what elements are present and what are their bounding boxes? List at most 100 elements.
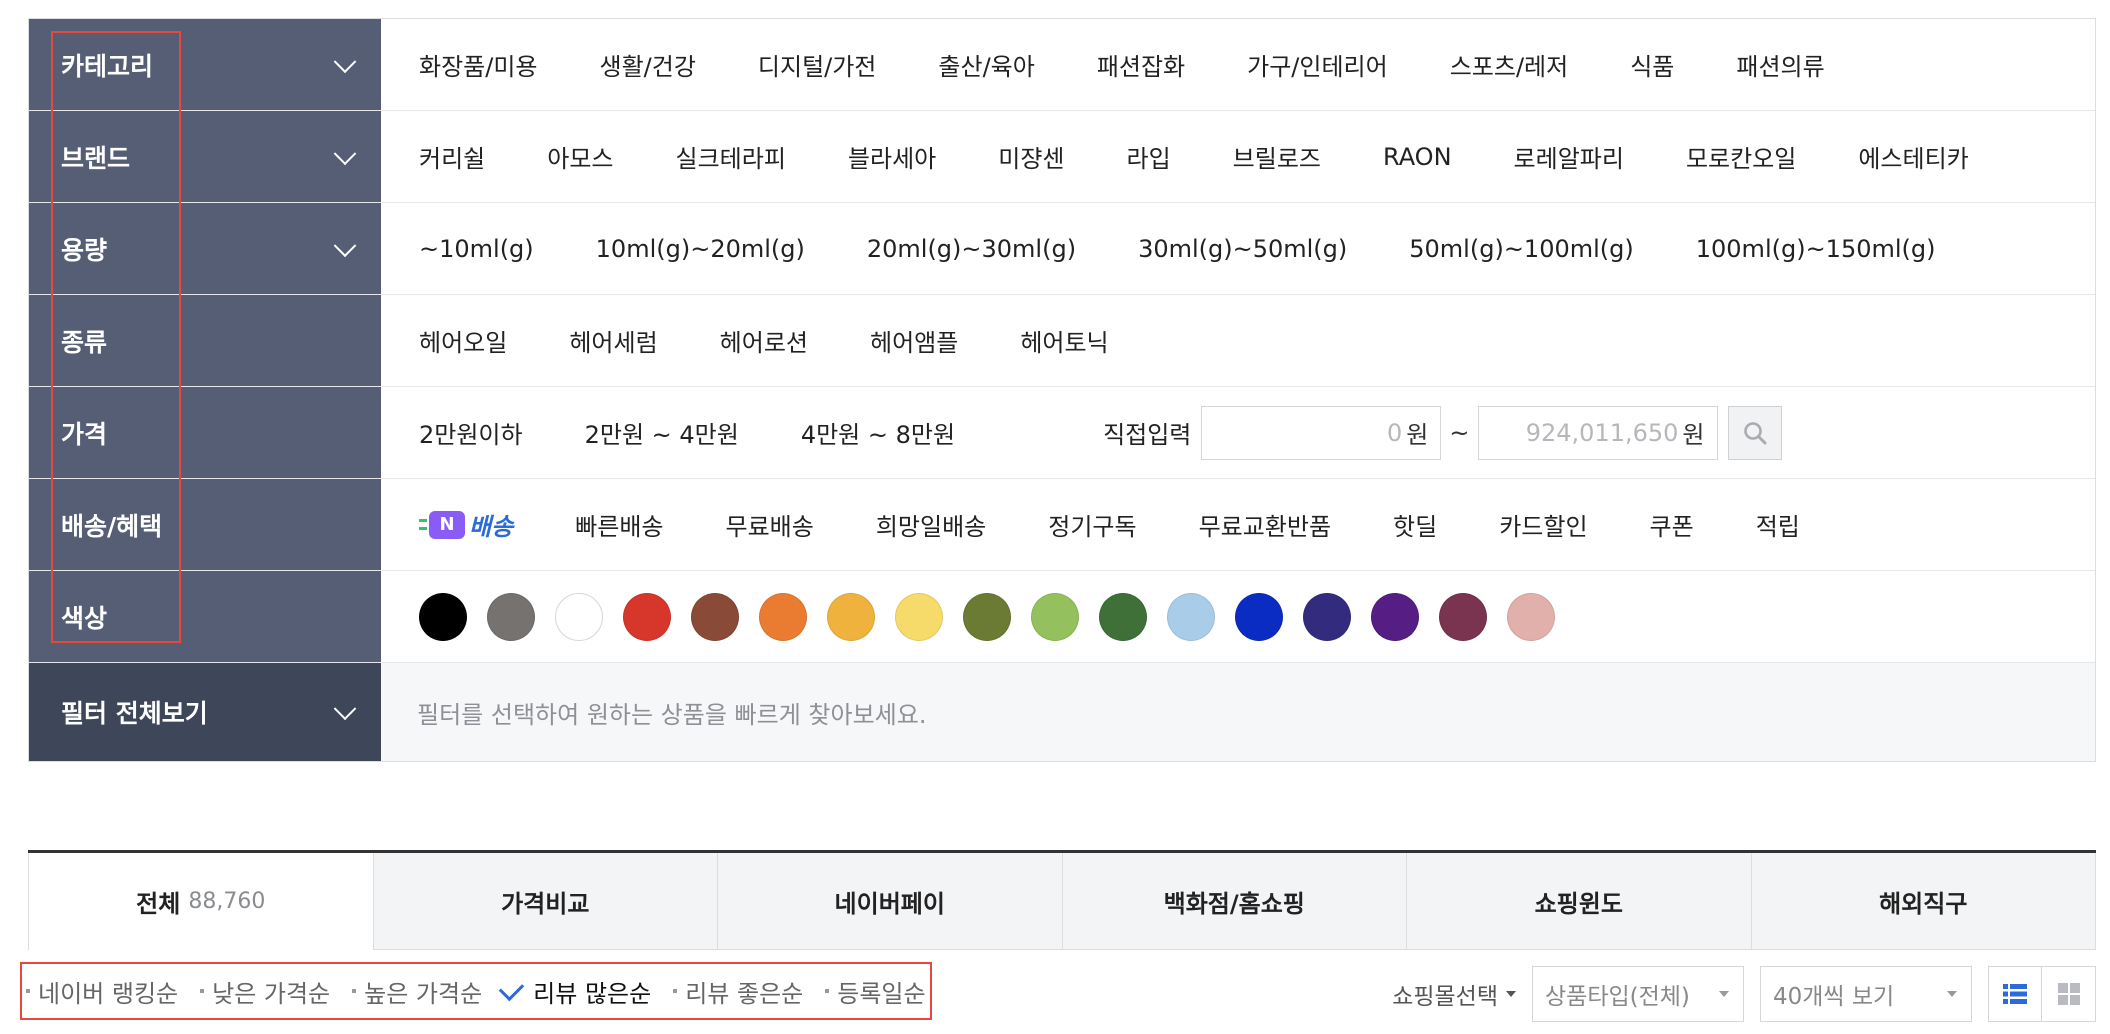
filter-option[interactable]: 블라세아 — [848, 139, 936, 174]
filter-label-text: 브랜드 — [61, 143, 131, 173]
filter-label-brand[interactable]: 브랜드 — [29, 111, 381, 202]
filter-option[interactable]: 정기구독 — [1048, 507, 1136, 542]
list-view-button[interactable] — [1988, 966, 2042, 1022]
filter-option[interactable]: 브릴로즈 — [1233, 139, 1321, 174]
sort-low-price[interactable]: 낮은 가격순 — [200, 974, 330, 1009]
tab-price-compare[interactable]: 가격비교 — [372, 853, 717, 950]
filter-option[interactable]: 4만원 ~ 8만원 — [801, 415, 955, 450]
filter-label-volume[interactable]: 용량 — [29, 203, 381, 294]
price-search-button[interactable] — [1727, 405, 1782, 460]
color-swatch[interactable] — [759, 592, 807, 641]
naver-delivery-option[interactable]: N 배송 — [419, 507, 513, 542]
naver-delivery-icon: N — [419, 510, 465, 539]
filter-option[interactable]: 패션잡화 — [1097, 47, 1185, 82]
tab-overseas-direct[interactable]: 해외직구 — [1750, 853, 2096, 950]
tab-all[interactable]: 전체 88,760 — [28, 853, 373, 950]
color-swatch[interactable] — [1303, 592, 1351, 641]
filter-option[interactable]: 2만원 ~ 4만원 — [585, 415, 739, 450]
color-swatch[interactable] — [1439, 592, 1487, 641]
filter-option[interactable]: 핫딜 — [1393, 507, 1437, 542]
filter-option[interactable]: 미쟝센 — [998, 139, 1064, 174]
product-type-select[interactable]: 상품타입(전체) — [1532, 966, 1744, 1022]
filter-option[interactable]: 스포츠/레저 — [1450, 47, 1569, 82]
color-swatch[interactable] — [1235, 592, 1283, 641]
per-page-select[interactable]: 40개씩 보기 — [1760, 966, 1972, 1022]
color-swatch[interactable] — [1031, 592, 1079, 641]
filter-label-category[interactable]: 카테고리 — [29, 19, 381, 110]
filter-option[interactable]: 식품 — [1630, 47, 1674, 82]
filter-option[interactable]: 10ml(g)~20ml(g) — [596, 235, 805, 263]
color-swatches — [381, 571, 2095, 662]
filter-option[interactable]: 50ml(g)~100ml(g) — [1409, 235, 1633, 263]
filter-view-all-button[interactable]: 필터 전체보기 — [29, 663, 381, 761]
filter-option[interactable]: 빠른배송 — [575, 507, 663, 542]
tab-naver-pay[interactable]: 네이버페이 — [717, 853, 1062, 950]
color-swatch[interactable] — [555, 592, 603, 641]
price-max-input[interactable]: 924,011,650 원 — [1477, 405, 1718, 460]
filter-option[interactable]: 무료교환반품 — [1199, 507, 1331, 542]
tab-shopping-window[interactable]: 쇼핑윈도 — [1406, 853, 1751, 950]
sort-newest[interactable]: 등록일순 — [825, 974, 926, 1009]
color-swatch[interactable] — [419, 592, 467, 641]
product-tabs: 전체 88,760 가격비교 네이버페이 백화점/홈쇼핑 쇼핑윈도 해외직구 — [28, 850, 2096, 950]
filter-option[interactable]: 헤어로션 — [720, 323, 808, 358]
filter-option[interactable]: 실크테라피 — [676, 139, 786, 174]
filter-option[interactable]: 20ml(g)~30ml(g) — [867, 235, 1076, 263]
filter-option[interactable]: 30ml(g)~50ml(g) — [1138, 235, 1347, 263]
price-min-input[interactable]: 0 원 — [1201, 405, 1442, 460]
filter-label-text: 배송/혜택 — [61, 511, 163, 541]
tab-label: 쇼핑윈도 — [1534, 889, 1623, 918]
filter-option[interactable]: 에스테티카 — [1858, 139, 1968, 174]
color-swatch[interactable] — [623, 592, 671, 641]
filter-option[interactable]: 무료배송 — [726, 507, 814, 542]
filter-option[interactable]: ~10ml(g) — [419, 235, 534, 263]
product-type-value: 상품타입(전체) — [1545, 984, 1690, 1010]
filter-option[interactable]: 패션의류 — [1736, 47, 1824, 82]
filter-option[interactable]: 희망일배송 — [876, 507, 986, 542]
filter-option[interactable]: 디지털/가전 — [758, 47, 877, 82]
filter-option[interactable]: 화장품/미용 — [419, 47, 538, 82]
tab-count: 88,760 — [188, 889, 266, 914]
filter-option[interactable]: 카드할인 — [1499, 507, 1587, 542]
filter-option[interactable]: 출산/육아 — [938, 47, 1034, 82]
filter-option[interactable]: 100ml(g)~150ml(g) — [1696, 235, 1936, 263]
filter-option[interactable]: 적립 — [1756, 507, 1800, 542]
sort-most-reviews[interactable]: 리뷰 많은순 — [498, 974, 651, 1009]
filter-option[interactable]: 헤어앰플 — [870, 323, 958, 358]
filter-row-delivery: 배송/혜택 N 배송 빠른배송 무료배송 희망일배송 정기구독 무료교환반품 핫… — [29, 479, 2095, 571]
sort-best-reviews[interactable]: 리뷰 좋은순 — [673, 974, 803, 1009]
filter-option[interactable]: 생활/건강 — [600, 47, 696, 82]
tab-department-homeshopping[interactable]: 백화점/홈쇼핑 — [1061, 853, 1406, 950]
mall-select-dropdown[interactable]: 쇼핑몰선택 — [1392, 977, 1516, 1011]
chevron-down-icon[interactable] — [333, 141, 357, 165]
chevron-down-icon[interactable] — [333, 49, 357, 73]
filter-option[interactable]: 라입 — [1126, 139, 1170, 174]
color-swatch[interactable] — [691, 592, 739, 641]
filter-option[interactable]: 모로칸오일 — [1686, 139, 1796, 174]
filter-option[interactable]: 로레알파리 — [1514, 139, 1624, 174]
filter-option[interactable]: 아모스 — [547, 139, 613, 174]
filter-option[interactable]: 2만원이하 — [419, 415, 523, 450]
filter-option[interactable]: 가구/인테리어 — [1247, 47, 1388, 82]
filter-option[interactable]: 헤어세럼 — [569, 323, 657, 358]
filter-option[interactable]: RAON — [1383, 143, 1452, 171]
filter-option[interactable]: 커리쉴 — [419, 139, 485, 174]
filter-option[interactable]: 헤어토닉 — [1020, 323, 1108, 358]
sort-naver-ranking[interactable]: 네이버 랭킹순 — [26, 974, 178, 1009]
filter-option[interactable]: 헤어오일 — [419, 323, 507, 358]
chevron-down-icon[interactable] — [333, 697, 357, 721]
color-swatch[interactable] — [1099, 592, 1147, 641]
color-swatch[interactable] — [487, 592, 535, 641]
sort-high-price[interactable]: 높은 가격순 — [352, 974, 482, 1009]
chevron-down-icon[interactable] — [333, 233, 357, 257]
color-swatch[interactable] — [1371, 592, 1419, 641]
color-swatch[interactable] — [963, 592, 1011, 641]
grid-view-button[interactable] — [2042, 966, 2096, 1022]
color-swatch[interactable] — [1507, 592, 1555, 641]
filter-panel: 카테고리 화장품/미용 생활/건강 디지털/가전 출산/육아 패션잡화 가구/인… — [28, 18, 2096, 762]
color-swatch[interactable] — [827, 592, 875, 641]
filter-option[interactable]: 쿠폰 — [1650, 507, 1694, 542]
color-swatch[interactable] — [1167, 592, 1215, 641]
filter-label-text: 가격 — [61, 419, 108, 449]
color-swatch[interactable] — [895, 592, 943, 641]
